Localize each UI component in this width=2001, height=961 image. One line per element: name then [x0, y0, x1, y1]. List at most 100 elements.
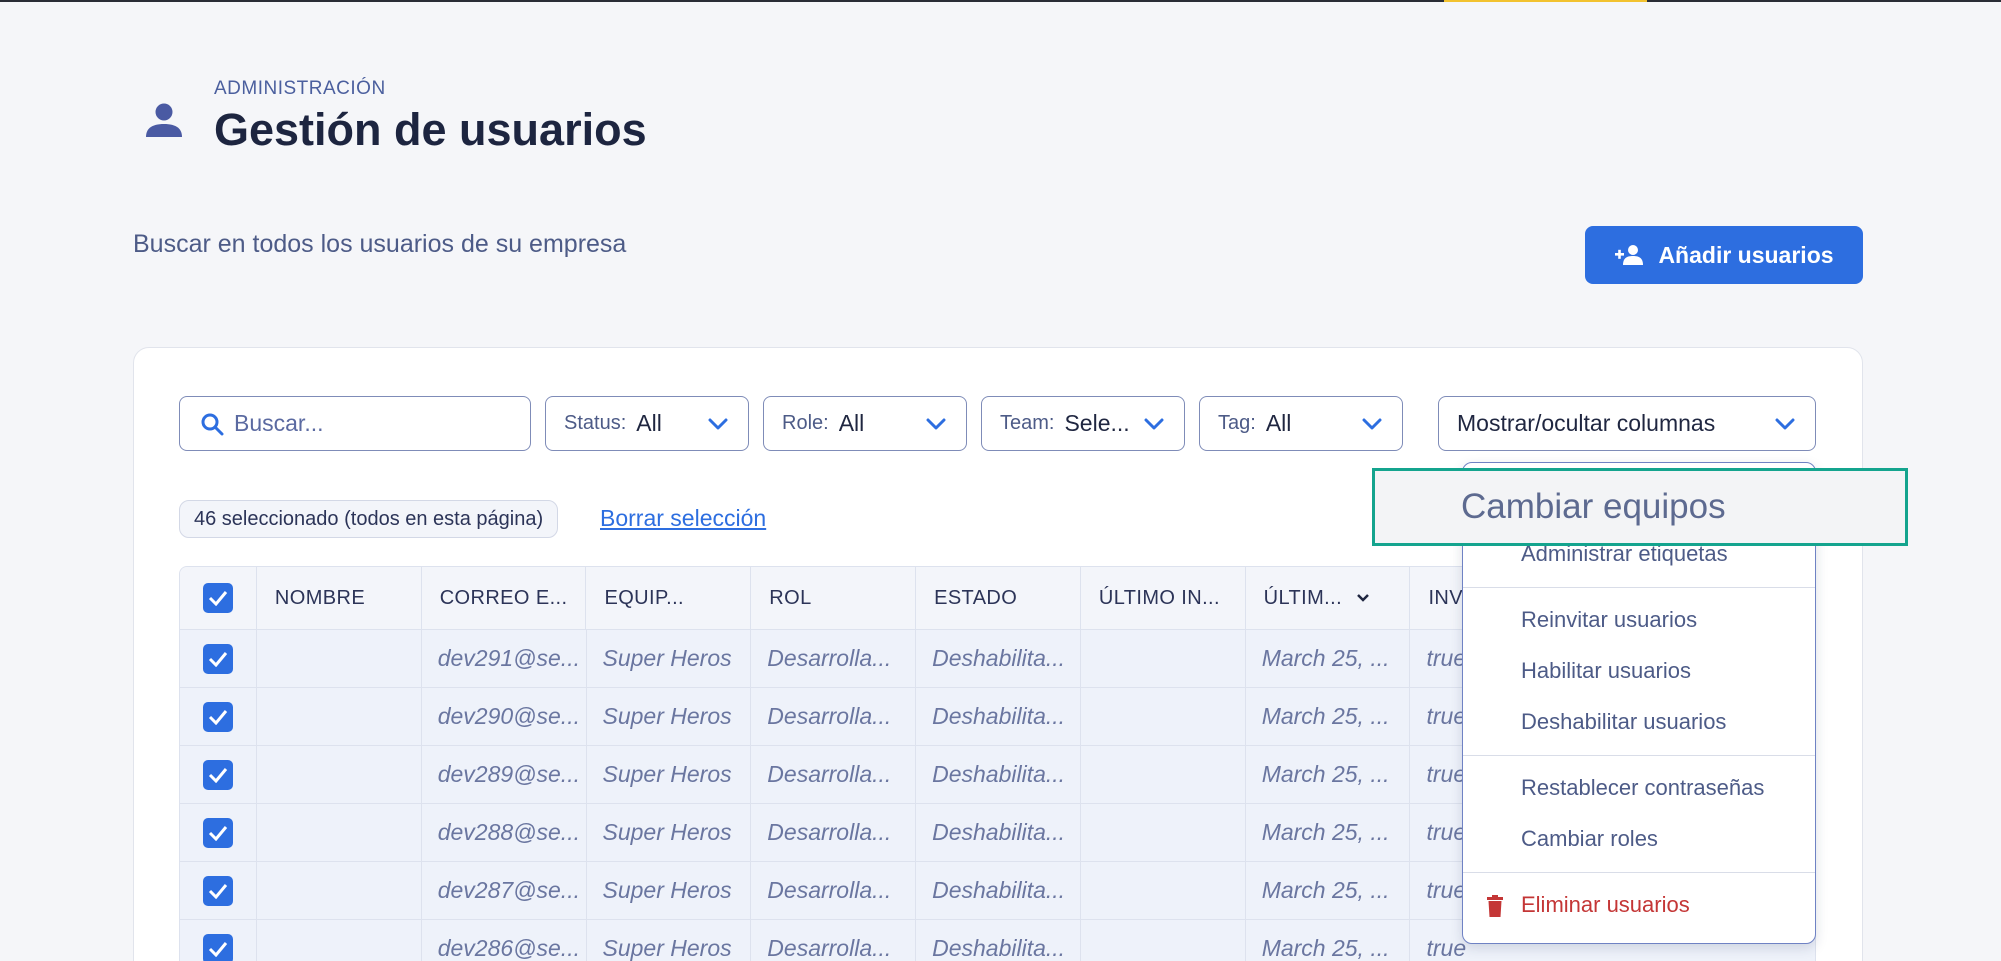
menu-item-delete-users[interactable]: Eliminar usuarios [1487, 892, 1690, 918]
filter-label: Role: [782, 412, 829, 434]
add-users-button[interactable]: Añadir usuarios [1585, 226, 1863, 284]
menu-item-reset-passwords[interactable]: Restablecer contraseñas [1521, 775, 1764, 801]
column-header-last-login[interactable]: ÚLTIMO IN... [1081, 567, 1246, 629]
menu-item-disable[interactable]: Deshabilitar usuarios [1521, 709, 1726, 735]
menu-item-enable[interactable]: Habilitar usuarios [1521, 658, 1691, 684]
section-overline: ADMINISTRACIÓN [214, 78, 386, 99]
column-header-name[interactable]: NOMBRE [257, 567, 422, 629]
page-subtitle: Buscar en todos los usuarios de su empre… [133, 230, 627, 258]
row-checkbox-cell [180, 630, 257, 687]
page-header: ADMINISTRACIÓN Gestión de usuarios [140, 78, 647, 156]
select-all-cell [180, 567, 257, 629]
check-icon [208, 825, 228, 841]
cell-team: Super Heros [587, 862, 752, 919]
check-icon [208, 709, 228, 725]
trash-icon [1487, 895, 1503, 917]
add-users-label: Añadir usuarios [1658, 241, 1834, 268]
columns-toggle[interactable]: Mostrar/ocultar columnas [1438, 396, 1816, 451]
column-header-email[interactable]: CORREO E... [422, 567, 587, 629]
team-filter[interactable]: Team: Sele... [981, 396, 1185, 451]
cell-last-login [1081, 630, 1246, 687]
cell-team: Super Heros [587, 920, 752, 961]
cell-last: March 25, ... [1246, 688, 1411, 745]
chevron-down-icon [1140, 418, 1168, 430]
clear-selection-link[interactable]: Borrar selección [600, 505, 766, 532]
select-all-checkbox[interactable] [202, 583, 233, 613]
chevron-down-icon [704, 418, 732, 430]
header-text: ADMINISTRACIÓN Gestión de usuarios [214, 78, 647, 156]
tag-filter[interactable]: Tag: All [1199, 396, 1403, 451]
row-checkbox[interactable] [202, 875, 233, 906]
cell-team: Super Heros [587, 630, 752, 687]
menu-item-change-roles[interactable]: Cambiar roles [1521, 826, 1658, 852]
column-header-team[interactable]: EQUIP... [586, 567, 752, 629]
cell-name [257, 862, 422, 919]
menu-divider [1463, 755, 1815, 756]
column-header-status[interactable]: ESTADO [916, 567, 1081, 629]
column-header-last-sorted[interactable]: ÚLTIM... [1246, 567, 1411, 629]
filter-value: All [1265, 410, 1292, 436]
cell-role: Desarrolla... [751, 862, 917, 919]
row-checkbox[interactable] [202, 933, 233, 961]
row-checkbox-cell [180, 862, 257, 919]
cell-last-login [1081, 862, 1246, 919]
top-bar-accent [1444, 0, 1647, 2]
row-checkbox[interactable] [202, 817, 233, 848]
cell-last: March 25, ... [1246, 862, 1411, 919]
status-filter[interactable]: Status: All [545, 396, 749, 451]
row-checkbox[interactable] [202, 643, 233, 674]
cell-team: Super Heros [587, 688, 752, 745]
cell-last-login [1081, 920, 1246, 961]
chevron-down-icon [1358, 418, 1386, 430]
sort-down-icon [1357, 594, 1369, 602]
cell-last: March 25, ... [1246, 630, 1411, 687]
row-checkbox[interactable] [202, 701, 233, 732]
row-checkbox-cell [180, 804, 257, 861]
chevron-down-icon [1771, 418, 1799, 430]
search-input[interactable] [234, 410, 514, 437]
row-checkbox-cell [180, 920, 257, 961]
cell-last: March 25, ... [1246, 746, 1411, 803]
menu-divider [1463, 872, 1815, 873]
cell-status: Deshabilita... [916, 920, 1081, 961]
row-checkbox[interactable] [202, 759, 233, 790]
check-icon [208, 651, 228, 667]
check-icon [208, 941, 228, 957]
page-title: Gestión de usuarios [214, 104, 647, 155]
column-header-label: ÚLTIM... [1263, 586, 1343, 609]
person-add-icon [1615, 245, 1644, 265]
cell-name [257, 920, 422, 961]
cell-role: Desarrolla... [751, 688, 917, 745]
search-box[interactable] [179, 396, 531, 451]
cell-status: Deshabilita... [916, 804, 1081, 861]
cell-team: Super Heros [587, 746, 752, 803]
cell-last: March 25, ... [1246, 920, 1411, 961]
column-header-role[interactable]: ROL [751, 567, 917, 629]
cell-role: Desarrolla... [751, 804, 917, 861]
cell-email: dev287@se... [422, 862, 587, 919]
menu-item-change-teams[interactable]: Cambiar equipos [1372, 468, 1908, 546]
cell-last: March 25, ... [1246, 804, 1411, 861]
cell-last-login [1081, 804, 1246, 861]
cell-email: dev291@se... [422, 630, 587, 687]
delete-users-label: Eliminar usuarios [1521, 892, 1690, 917]
cell-last-login [1081, 746, 1246, 803]
columns-toggle-label: Mostrar/ocultar columnas [1457, 410, 1716, 436]
check-icon [208, 591, 228, 606]
check-icon [208, 767, 228, 783]
menu-item-reinvite[interactable]: Reinvitar usuarios [1521, 607, 1697, 633]
cell-email: dev290@se... [422, 688, 587, 745]
menu-divider [1463, 587, 1815, 588]
cell-last-login [1081, 688, 1246, 745]
cell-email: dev286@se... [422, 920, 587, 961]
search-icon [201, 413, 224, 435]
cell-name [257, 630, 422, 687]
cell-email: dev288@se... [422, 804, 587, 861]
filter-value: Sele... [1064, 410, 1130, 436]
cell-email: dev289@se... [422, 746, 587, 803]
filter-value: All [838, 410, 865, 436]
role-filter[interactable]: Role: All [763, 396, 967, 451]
chevron-down-icon [922, 418, 950, 430]
top-bar [0, 0, 2001, 2]
cell-role: Desarrolla... [751, 630, 917, 687]
